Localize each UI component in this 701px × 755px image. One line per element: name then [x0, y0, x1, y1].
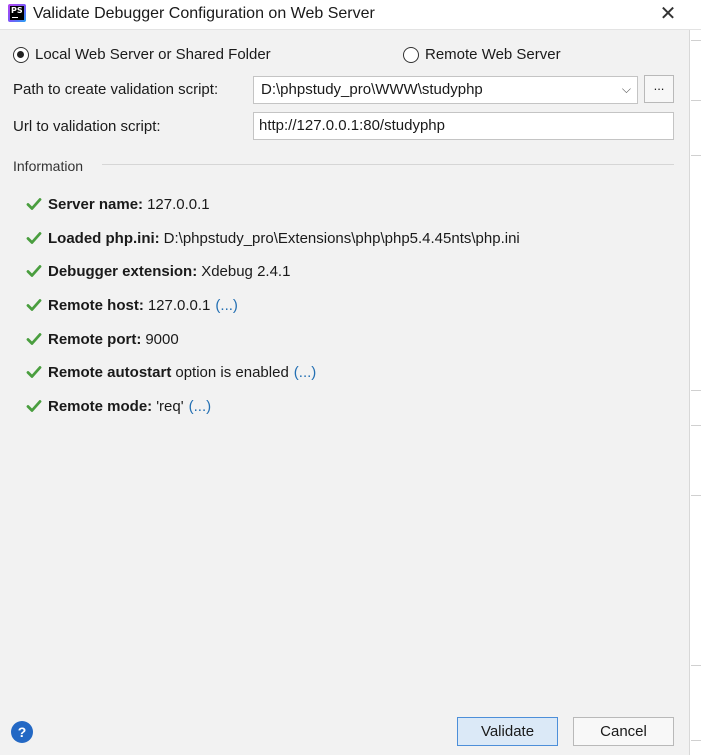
checkmark-icon: [26, 366, 42, 378]
edge-divider: [691, 390, 701, 391]
info-key: Remote host:: [48, 296, 144, 314]
edge-divider: [691, 40, 701, 41]
details-link[interactable]: (...): [294, 364, 317, 381]
help-icon[interactable]: ?: [11, 721, 33, 743]
checkmark-icon: [26, 299, 42, 311]
details-link[interactable]: (...): [215, 297, 238, 314]
right-edge-strip: [689, 30, 701, 755]
edge-divider: [691, 100, 701, 101]
info-value: 127.0.0.1: [147, 195, 210, 213]
info-value: 9000: [145, 330, 179, 348]
local-server-radio[interactable]: Local Web Server or Shared Folder: [13, 46, 271, 63]
info-key: Debugger extension:: [48, 262, 198, 280]
app-icon-text: PS: [10, 6, 24, 20]
path-label: Path to create validation script:: [13, 81, 219, 98]
info-row: Remote host: 127.0.0.1 (...): [26, 294, 238, 316]
checkmark-icon: [26, 198, 42, 210]
info-row: Loaded php.ini: D:\phpstudy_pro\Extension…: [26, 227, 520, 249]
edge-divider: [691, 740, 701, 741]
checkmark-icon: [26, 265, 42, 277]
info-row: Debugger extension: Xdebug 2.4.1: [26, 260, 290, 282]
radio-checked-icon: [13, 46, 29, 63]
cancel-button[interactable]: Cancel: [573, 717, 674, 746]
remote-server-label: Remote Web Server: [425, 46, 561, 63]
checkmark-icon: [26, 232, 42, 244]
local-server-label: Local Web Server or Shared Folder: [35, 46, 271, 63]
remote-server-radio[interactable]: Remote Web Server: [403, 46, 561, 63]
info-value: Xdebug 2.4.1: [201, 262, 291, 280]
info-value: 'req': [156, 397, 184, 415]
section-divider: [102, 164, 674, 165]
validate-button[interactable]: Validate: [457, 717, 558, 746]
checkmark-icon: [26, 400, 42, 412]
info-value: 127.0.0.1: [147, 296, 211, 314]
info-row: Remote port: 9000: [26, 328, 179, 350]
edge-divider: [691, 495, 701, 496]
phpstorm-app-icon: PS: [8, 4, 26, 22]
url-label: Url to validation script:: [13, 118, 161, 135]
url-input[interactable]: http://127.0.0.1:80/studyphp: [253, 112, 674, 140]
info-key: Loaded php.ini:: [48, 229, 160, 247]
chevron-down-icon[interactable]: ⌵: [622, 82, 631, 97]
info-value: option is enabled: [175, 363, 289, 381]
info-key: Remote autostart: [48, 363, 172, 381]
browse-button[interactable]: ...: [644, 75, 674, 103]
edge-divider: [691, 155, 701, 156]
info-value: D:\phpstudy_pro\Extensions\php\php5.4.45…: [163, 229, 520, 247]
url-value: http://127.0.0.1:80/studyphp: [259, 117, 445, 134]
info-row: Remote autostart option is enabled (...): [26, 361, 316, 383]
radio-unchecked-icon: [403, 46, 419, 63]
close-button[interactable]: ✕: [654, 2, 682, 26]
info-key: Remote mode:: [48, 397, 153, 415]
info-key: Remote port:: [48, 330, 142, 348]
info-row: Remote mode:'req' (...): [26, 395, 211, 417]
edge-divider: [691, 665, 701, 666]
information-section-title: Information: [13, 158, 84, 174]
title-bar: PS Validate Debugger Configuration on We…: [0, 0, 701, 30]
edge-divider: [691, 425, 701, 426]
path-value: D:\phpstudy_pro\WWW\studyphp: [261, 81, 483, 98]
details-link[interactable]: (...): [189, 398, 212, 415]
path-combobox[interactable]: D:\phpstudy_pro\WWW\studyphp ⌵: [253, 76, 638, 104]
window-title: Validate Debugger Configuration on Web S…: [33, 5, 375, 22]
info-row: Server name: 127.0.0.1: [26, 193, 210, 215]
checkmark-icon: [26, 333, 42, 345]
info-key: Server name:: [48, 195, 144, 213]
